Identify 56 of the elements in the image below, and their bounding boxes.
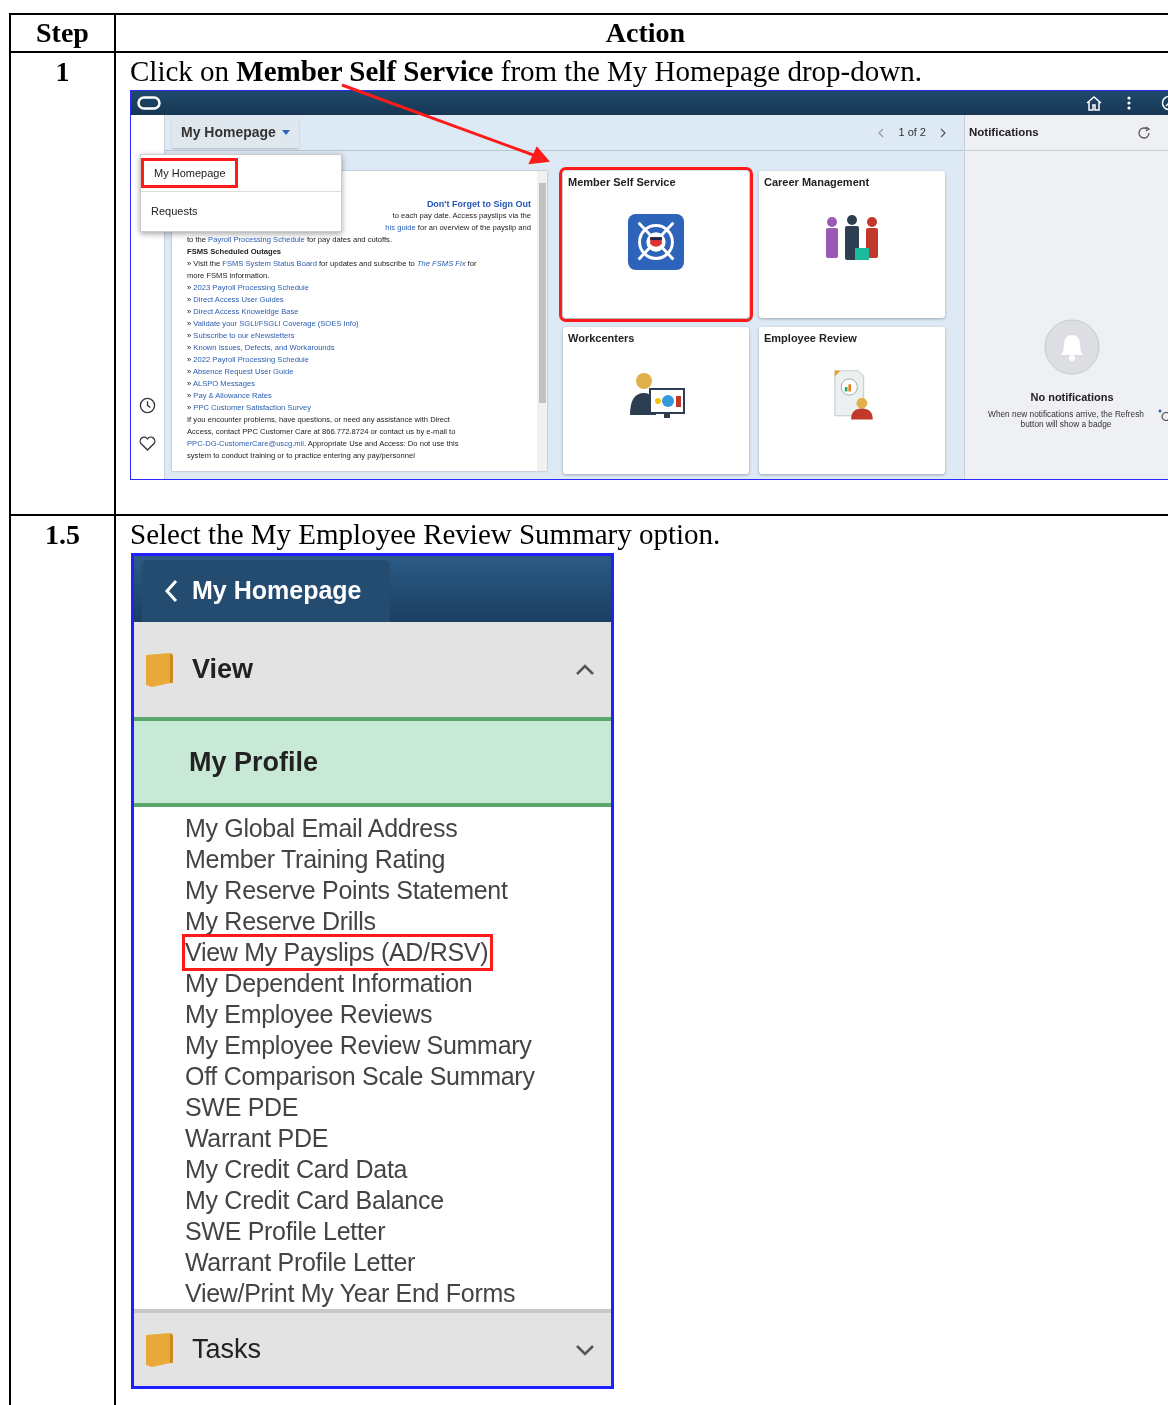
refresh-badge-icon xyxy=(1158,408,1168,422)
caret-icon xyxy=(281,130,290,135)
next-icon[interactable] xyxy=(940,127,946,138)
notice-title: Don't Forget to Sign Out xyxy=(425,198,531,210)
heart-icon[interactable] xyxy=(139,436,156,451)
chevron-left-icon xyxy=(164,579,178,603)
panel-title: Notifications xyxy=(969,124,1039,140)
emblem-icon xyxy=(627,212,685,271)
menu-link[interactable]: My Employee Review Summary xyxy=(185,1030,532,1061)
empty-state-text: When new notifications arrive, the Refresh button will show a badge xyxy=(987,408,1145,429)
column-header: Step xyxy=(36,16,89,50)
dropdown-item[interactable]: Requests xyxy=(141,196,208,227)
folder-icon xyxy=(144,650,174,689)
menu-link[interactable]: Off Comparison Scale Summary xyxy=(185,1061,535,1092)
menu-link[interactable]: View My Payslips (AD/RSV) xyxy=(185,937,491,968)
empty-state-title: No notifications xyxy=(1030,390,1114,405)
menu-link[interactable]: Member Training Rating xyxy=(185,844,446,875)
back-button[interactable]: My Homepage xyxy=(142,560,390,622)
tile[interactable]: Employee Review xyxy=(759,327,945,474)
tile-title: Career Management xyxy=(763,175,871,190)
section-header[interactable]: View xyxy=(134,622,611,717)
tile-title: Workcenters xyxy=(567,331,636,346)
column-header: Action xyxy=(605,16,686,50)
page-indicator: 1 of 2 xyxy=(898,125,926,141)
more-icon[interactable] xyxy=(1127,96,1131,110)
step-number: 1 xyxy=(55,55,70,89)
group-header[interactable]: My Profile xyxy=(134,717,611,807)
menu-link[interactable]: View/Print My Year End Forms xyxy=(185,1278,516,1309)
menu-link[interactable]: Warrant PDE xyxy=(185,1123,329,1154)
step-number: 1.5 xyxy=(45,518,80,552)
oval-logo-icon xyxy=(137,96,161,110)
folder-icon xyxy=(144,1330,174,1369)
menu-link[interactable]: My Reserve Drills xyxy=(185,906,376,937)
clock-icon[interactable] xyxy=(139,397,156,414)
section-header[interactable]: Tasks xyxy=(134,1309,611,1386)
tile-title: Member Self Service xyxy=(567,175,677,190)
menu-link[interactable]: Warrant Profile Letter xyxy=(185,1247,416,1278)
menu-link[interactable]: My Global Email Address xyxy=(185,813,458,844)
menu-link[interactable]: SWE Profile Letter xyxy=(185,1216,386,1247)
home-icon[interactable] xyxy=(1085,95,1103,111)
instruction-text: Select the My Employee Review Summary option. xyxy=(130,517,722,552)
menu-link[interactable]: SWE PDE xyxy=(185,1092,299,1123)
tile[interactable]: Workcenters xyxy=(563,327,749,474)
refresh-icon[interactable] xyxy=(1137,125,1151,140)
menu-link[interactable]: My Credit Card Balance xyxy=(185,1185,444,1216)
tile[interactable]: Career Management xyxy=(759,171,945,318)
instruction-text: Click on Member Self Service from the My Homepage drop-down. xyxy=(130,54,923,89)
dropdown-item[interactable]: My Homepage xyxy=(141,158,238,188)
menu-link[interactable]: My Employee Reviews xyxy=(185,999,433,1030)
menu-link[interactable]: My Reserve Points Statement xyxy=(185,875,508,906)
tile-title: Employee Review xyxy=(763,331,858,346)
menu-link[interactable]: My Credit Card Data xyxy=(185,1154,408,1185)
scrollbar[interactable] xyxy=(537,171,547,471)
menu-link[interactable]: My Dependent Information xyxy=(185,968,473,999)
homepage-dropdown-button[interactable]: My Homepage xyxy=(172,117,299,148)
bell-icon xyxy=(1044,319,1100,375)
